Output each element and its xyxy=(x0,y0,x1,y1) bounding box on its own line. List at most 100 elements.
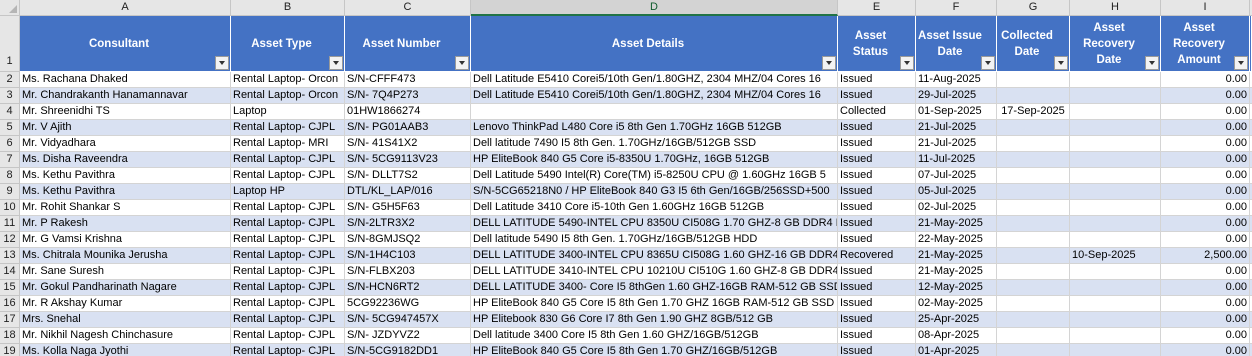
row-number[interactable]: 11 xyxy=(0,216,20,232)
cell-amount[interactable]: 2,500.00 xyxy=(1161,248,1250,264)
cell-collected[interactable]: 17-Sep-2025 xyxy=(997,104,1070,120)
cell-details[interactable]: DELL LATITUDE 3400-INTEL CPU 8365U CI508… xyxy=(471,248,838,264)
cell-consultant[interactable]: Ms. Rachana Dhaked xyxy=(20,72,231,88)
cell-consultant[interactable]: Ms. Kethu Pavithra xyxy=(20,184,231,200)
cell-issue[interactable]: 01-Apr-2025 xyxy=(916,344,997,356)
row-number-header[interactable]: 1 xyxy=(0,16,20,72)
cell-details[interactable]: Lenovo ThinkPad L480 Core i5 8th Gen 1.7… xyxy=(471,120,838,136)
cell-issue[interactable]: 21-Jul-2025 xyxy=(916,120,997,136)
select-all-corner[interactable] xyxy=(0,0,20,16)
row-number[interactable]: 10 xyxy=(0,200,20,216)
filter-dropdown-icon[interactable] xyxy=(215,56,229,70)
cell-type[interactable]: Rental Laptop- CJPL xyxy=(231,312,345,328)
cell-recovery-date[interactable] xyxy=(1070,104,1161,120)
cell-type[interactable]: Rental Laptop- CJPL xyxy=(231,344,345,356)
cell-number[interactable]: S/N- 5CG947457X xyxy=(345,312,471,328)
cell-recovery-date[interactable] xyxy=(1070,216,1161,232)
cell-recovery-date[interactable] xyxy=(1070,200,1161,216)
cell-consultant[interactable]: Mrs. Snehal xyxy=(20,312,231,328)
cell-collected[interactable] xyxy=(997,152,1070,168)
cell-number[interactable]: DTL/KL_LAP/016 xyxy=(345,184,471,200)
cell-status[interactable]: Issued xyxy=(838,280,916,296)
cell-issue[interactable]: 21-Jul-2025 xyxy=(916,136,997,152)
cell-consultant[interactable]: Mr. V Ajith xyxy=(20,120,231,136)
filter-dropdown-icon[interactable] xyxy=(455,56,469,70)
cell-number[interactable]: S/N- 5CG9113V23 xyxy=(345,152,471,168)
cell-amount[interactable]: 0.00 xyxy=(1161,280,1250,296)
cell-consultant[interactable]: Ms. Chitrala Mounika Jerusha xyxy=(20,248,231,264)
cell-type[interactable]: Rental Laptop- Orcon xyxy=(231,72,345,88)
cell-type[interactable]: Rental Laptop- Orcon xyxy=(231,88,345,104)
cell-consultant[interactable]: Mr. G Vamsi Krishna xyxy=(20,232,231,248)
cell-issue[interactable]: 08-Apr-2025 xyxy=(916,328,997,344)
cell-type[interactable]: Rental Laptop- CJPL xyxy=(231,264,345,280)
cell-recovery-date[interactable] xyxy=(1070,232,1161,248)
row-number[interactable]: 12 xyxy=(0,232,20,248)
cell-number[interactable]: S/N-5CG9182DD1 xyxy=(345,344,471,356)
cell-issue[interactable]: 21-May-2025 xyxy=(916,248,997,264)
cell-status[interactable]: Issued xyxy=(838,216,916,232)
cell-type[interactable]: Rental Laptop- CJPL xyxy=(231,120,345,136)
cell-details[interactable]: HP EliteBook 840 G5 Core i5-8350U 1.70GH… xyxy=(471,152,838,168)
row-number[interactable]: 15 xyxy=(0,280,20,296)
cell-amount[interactable]: 0.00 xyxy=(1161,200,1250,216)
cell-issue[interactable]: 05-Jul-2025 xyxy=(916,184,997,200)
cell-type[interactable]: Rental Laptop- MRI xyxy=(231,136,345,152)
cell-type[interactable]: Rental Laptop- CJPL xyxy=(231,328,345,344)
cell-status[interactable]: Issued xyxy=(838,296,916,312)
cell-details[interactable]: DELL LATITUDE 3400- Core I5 8thGen 1.60 … xyxy=(471,280,838,296)
cell-status[interactable]: Issued xyxy=(838,120,916,136)
cell-collected[interactable] xyxy=(997,312,1070,328)
cell-recovery-date[interactable] xyxy=(1070,344,1161,356)
cell-collected[interactable] xyxy=(997,216,1070,232)
cell-recovery-date[interactable] xyxy=(1070,136,1161,152)
cell-consultant[interactable]: Mr. Gokul Pandharinath Nagare xyxy=(20,280,231,296)
cell-number[interactable]: S/N-FLBX203 xyxy=(345,264,471,280)
cell-number[interactable]: S/N- PG01AAB3 xyxy=(345,120,471,136)
cell-amount[interactable]: 0.00 xyxy=(1161,216,1250,232)
row-number[interactable]: 19 xyxy=(0,344,20,356)
cell-amount[interactable]: 0.00 xyxy=(1161,152,1250,168)
cell-details[interactable]: Dell latitude 3400 Core I5 8th Gen 1.60 … xyxy=(471,328,838,344)
cell-status[interactable]: Issued xyxy=(838,152,916,168)
cell-type[interactable]: Rental Laptop- CJPL xyxy=(231,200,345,216)
cell-details[interactable]: HP Elitebook 830 G6 Core I7 8th Gen 1.90… xyxy=(471,312,838,328)
cell-recovery-date[interactable] xyxy=(1070,312,1161,328)
cell-type[interactable]: Laptop xyxy=(231,104,345,120)
filter-dropdown-icon[interactable] xyxy=(1234,56,1248,70)
cell-issue[interactable]: 11-Aug-2025 xyxy=(916,72,997,88)
cell-collected[interactable] xyxy=(997,280,1070,296)
cell-issue[interactable]: 21-May-2025 xyxy=(916,216,997,232)
column-letter-f[interactable]: F xyxy=(916,0,997,16)
cell-details[interactable]: Dell Latitude E5410 Corei5/10th Gen/1.80… xyxy=(471,88,838,104)
cell-consultant[interactable]: Mr. Chandrakanth Hanamannavar xyxy=(20,88,231,104)
cell-consultant[interactable]: Ms. Kolla Naga Jyothi xyxy=(20,344,231,356)
cell-collected[interactable] xyxy=(997,184,1070,200)
cell-number[interactable]: S/N- G5H5F63 xyxy=(345,200,471,216)
cell-status[interactable]: Issued xyxy=(838,168,916,184)
cell-details[interactable]: Dell latitude 7490 I5 8th Gen. 1.70GHz/1… xyxy=(471,136,838,152)
cell-recovery-date[interactable] xyxy=(1070,168,1161,184)
cell-recovery-date[interactable] xyxy=(1070,264,1161,280)
cell-amount[interactable]: 0.00 xyxy=(1161,120,1250,136)
row-number[interactable]: 14 xyxy=(0,264,20,280)
row-number[interactable]: 8 xyxy=(0,168,20,184)
cell-number[interactable]: S/N- DLLT7S2 xyxy=(345,168,471,184)
cell-amount[interactable]: 0.00 xyxy=(1161,264,1250,280)
cell-status[interactable]: Issued xyxy=(838,232,916,248)
row-number[interactable]: 16 xyxy=(0,296,20,312)
cell-details[interactable]: HP EliteBook 840 G5 Core I5 8th Gen 1.70… xyxy=(471,296,838,312)
cell-details[interactable]: S/N-5CG65218N0 / HP EliteBook 840 G3 I5 … xyxy=(471,184,838,200)
cell-type[interactable]: Rental Laptop- CJPL xyxy=(231,232,345,248)
cell-recovery-date[interactable] xyxy=(1070,72,1161,88)
cell-amount[interactable]: 0.00 xyxy=(1161,232,1250,248)
cell-collected[interactable] xyxy=(997,248,1070,264)
filter-dropdown-icon[interactable] xyxy=(1145,56,1159,70)
cell-status[interactable]: Collected xyxy=(838,104,916,120)
filter-dropdown-icon[interactable] xyxy=(981,56,995,70)
cell-number[interactable]: S/N- JZDYVZ2 xyxy=(345,328,471,344)
cell-number[interactable]: 01HW1866274 xyxy=(345,104,471,120)
cell-type[interactable]: Laptop HP xyxy=(231,184,345,200)
cell-consultant[interactable]: Mr. Nikhil Nagesh Chinchasure xyxy=(20,328,231,344)
cell-recovery-date[interactable] xyxy=(1070,88,1161,104)
